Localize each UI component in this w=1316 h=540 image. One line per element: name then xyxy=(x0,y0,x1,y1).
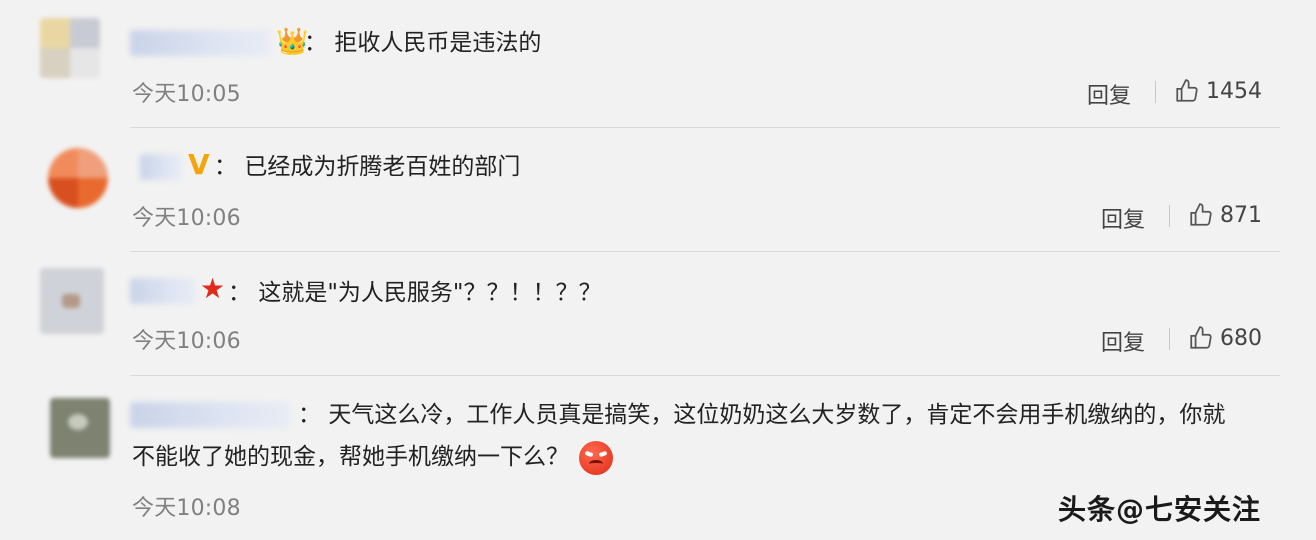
thumbs-up-icon xyxy=(1190,326,1212,349)
comment-text: ： 天气这么冷，工作人员真是搞笑，这位奶奶这么大岁数了，肯定不会用手机缴纳的，你… xyxy=(298,402,1226,428)
watermark: 头条@七安关注 xyxy=(1058,493,1262,526)
reply-button[interactable]: 回复 xyxy=(1101,202,1145,234)
action-separator xyxy=(1155,81,1156,103)
avatar[interactable] xyxy=(40,268,104,334)
comment-text: ： 拒收人民币是违法的 xyxy=(304,30,542,56)
thumbs-up-icon xyxy=(1176,79,1198,102)
username[interactable] xyxy=(130,278,196,304)
like-button[interactable]: 680 xyxy=(1188,325,1262,351)
comment-time: 今天10:05 xyxy=(132,82,241,107)
angry-face-emoji xyxy=(579,440,613,475)
comment-text: ： 已经成为折腾老百姓的部门 xyxy=(214,154,521,180)
username[interactable] xyxy=(140,154,182,180)
reply-button[interactable]: 回复 xyxy=(1101,325,1145,357)
action-separator xyxy=(1169,205,1170,227)
comment-item: ★ ： 这就是"为人民服务"？？！！？？ 今天10:06 回复 680 xyxy=(0,252,1316,376)
username[interactable] xyxy=(130,30,270,56)
comment-text-line2: 不能收了她的现金，帮她手机缴纳一下么？ xyxy=(132,440,613,475)
comment-time: 今天10:06 xyxy=(132,206,241,231)
like-button[interactable]: 1454 xyxy=(1174,78,1262,104)
comment-time: 今天10:08 xyxy=(132,496,241,521)
comment-item: V ： 已经成为折腾老百姓的部门 今天10:06 回复 871 xyxy=(0,128,1316,252)
red-star-icon: ★ xyxy=(200,272,226,305)
like-count: 871 xyxy=(1220,202,1262,228)
comment-item: 👑 ： 拒收人民币是违法的 今天10:05 回复 1454 xyxy=(0,0,1316,128)
like-count: 1454 xyxy=(1206,78,1262,104)
avatar[interactable] xyxy=(40,18,100,78)
avatar[interactable] xyxy=(50,398,110,458)
username[interactable] xyxy=(130,402,290,428)
thumbs-up-icon xyxy=(1190,203,1212,226)
comment-text: ： 这就是"为人民服务"？？！！？？ xyxy=(228,280,602,306)
reply-button[interactable]: 回复 xyxy=(1087,78,1131,110)
comment-time: 今天10:06 xyxy=(132,329,241,354)
action-separator xyxy=(1169,328,1170,350)
like-count: 680 xyxy=(1220,325,1262,351)
like-button[interactable]: 871 xyxy=(1188,202,1262,228)
avatar[interactable] xyxy=(48,148,108,208)
verified-v-icon: V xyxy=(188,148,210,181)
